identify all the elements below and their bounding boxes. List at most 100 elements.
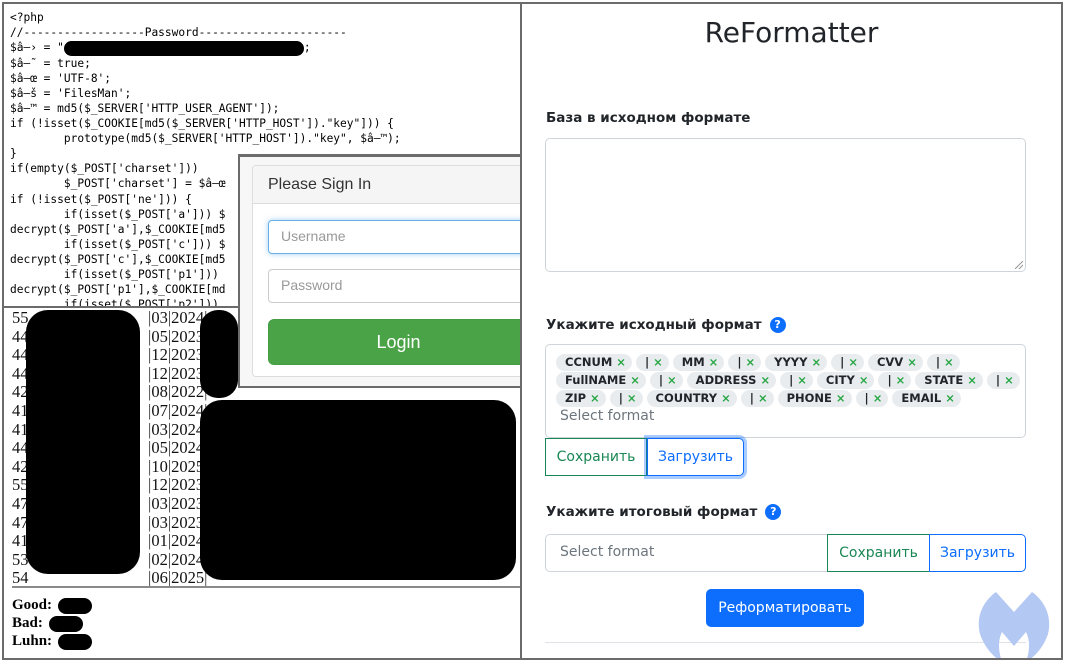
login-heading: Please Sign In	[253, 166, 543, 204]
format-tag: EMAIL ×	[892, 390, 961, 407]
source-format-search[interactable]: Select format	[556, 405, 1025, 424]
username-input[interactable]: Username	[268, 220, 529, 254]
tag-row: FullNAME × | × ADDRESS × | × CITY × | × STATE × | ×	[556, 369, 1025, 389]
exp-month: 10	[151, 456, 168, 476]
format-tag: | ×	[855, 390, 889, 407]
source-save-button[interactable]: Сохранить	[545, 438, 647, 476]
exp-month: 08	[151, 382, 168, 402]
malwarebytes-logo-icon	[978, 592, 1050, 658]
remove-tag-icon[interactable]: ×	[873, 391, 883, 405]
format-tag: | ×	[609, 390, 643, 407]
exp-month: 06	[151, 568, 168, 588]
divider	[12, 586, 520, 588]
exp-year: 2024	[171, 400, 205, 420]
exp-month: 03	[151, 308, 168, 327]
reformat-button[interactable]: Реформатировать	[706, 589, 864, 627]
redaction-block	[26, 310, 140, 574]
redaction-block	[200, 400, 516, 580]
format-tag: | ×	[740, 390, 774, 407]
remove-tag-icon[interactable]: ×	[944, 355, 954, 369]
final-format-select[interactable]: Select format	[545, 534, 828, 572]
redaction-block	[200, 310, 238, 398]
exp-month: 07	[151, 400, 168, 420]
remove-tag-icon[interactable]: ×	[721, 391, 731, 405]
source-base-textarea[interactable]	[545, 138, 1026, 272]
remove-tag-icon[interactable]: ×	[967, 373, 977, 387]
code-line: $â–š = 'FilesMan';	[10, 86, 132, 100]
exp-year: 2022	[171, 382, 205, 402]
code-line: $â–™ = md5($_SERVER['HTTP_USER_AGENT']);	[10, 101, 280, 115]
exp-month: 01	[151, 531, 168, 551]
resize-grip-icon[interactable]	[1015, 261, 1023, 269]
redaction-block	[48, 615, 83, 632]
code-line: $â–› = ";	[10, 40, 311, 56]
remove-tag-icon[interactable]: ×	[653, 355, 663, 369]
divider	[545, 642, 1026, 643]
code-line: //------------------Password------------…	[10, 26, 347, 40]
password-input[interactable]: Password	[268, 269, 529, 303]
exp-month: 03	[151, 419, 168, 439]
remove-tag-icon[interactable]: ×	[627, 391, 637, 405]
exp-month: 05	[151, 438, 168, 458]
code-line: $â–œ = 'UTF-8';	[10, 71, 112, 85]
remove-tag-icon[interactable]: ×	[896, 373, 906, 387]
exp-month: 03	[151, 493, 168, 513]
exp-month: 12	[151, 475, 168, 495]
remove-tag-icon[interactable]: ×	[590, 391, 600, 405]
code-line: if (!isset($_COOKIE[md5($_SERVER['HTTP_H…	[10, 117, 394, 131]
login-button[interactable]: Login	[268, 319, 529, 365]
final-load-button[interactable]: Загрузить	[929, 534, 1026, 572]
remove-tag-icon[interactable]: ×	[797, 373, 807, 387]
stats: Good: Bad: Luhn:	[12, 596, 92, 650]
source-base-label: База в исходном формате	[546, 110, 751, 126]
source-format-select[interactable]: CCNUM × | × MM × | × YYYY × | × CVV × | × FullNAME × | × ADD…	[545, 344, 1026, 438]
source-load-button[interactable]: Загрузить	[647, 438, 744, 476]
remove-tag-icon[interactable]: ×	[746, 355, 756, 369]
stat-luhn: Luhn:	[12, 632, 92, 650]
format-tag: | ×	[986, 372, 1020, 389]
format-tag: PHONE ×	[777, 390, 852, 407]
remove-tag-icon[interactable]: ×	[859, 373, 869, 387]
login-dialog: Please Sign In Username Password Login	[238, 154, 555, 388]
code-line: $â–˜ = true;	[10, 56, 91, 70]
stat-bad: Bad:	[12, 614, 92, 632]
remove-tag-icon[interactable]: ×	[667, 373, 677, 387]
remove-tag-icon[interactable]: ×	[616, 355, 626, 369]
remove-tag-icon[interactable]: ×	[907, 355, 917, 369]
final-save-button[interactable]: Сохранить	[827, 534, 930, 572]
tag-row: CCNUM × | × MM × | × YYYY × | × CVV × | ×	[556, 351, 1025, 371]
remove-tag-icon[interactable]: ×	[758, 391, 768, 405]
help-icon[interactable]: ?	[765, 504, 782, 520]
exp-month: 12	[151, 345, 168, 365]
source-format-tags: CCNUM × | × MM × | × YYYY × | × CVV × | × FullNAME × | × ADD…	[556, 351, 1025, 407]
remove-tag-icon[interactable]: ×	[811, 355, 821, 369]
remove-tag-icon[interactable]: ×	[1004, 373, 1014, 387]
exp-month: 05	[151, 326, 168, 346]
help-icon[interactable]: ?	[769, 317, 786, 333]
redaction-block	[57, 597, 92, 614]
page-title: ReFormatter	[704, 16, 879, 49]
login-panel: Please Sign In Username Password Login	[252, 165, 544, 377]
exp-month: 03	[151, 512, 168, 532]
format-tag: COUNTRY ×	[646, 390, 737, 407]
remove-tag-icon[interactable]: ×	[945, 391, 955, 405]
stat-good: Good:	[12, 596, 92, 614]
remove-tag-icon[interactable]: ×	[709, 355, 719, 369]
exp-month: 02	[151, 549, 168, 569]
exp-year: 2025	[171, 568, 205, 588]
remove-tag-icon[interactable]: ×	[848, 355, 858, 369]
source-format-label: Укажите исходный формат?	[546, 317, 786, 333]
exp-year: 2024	[171, 308, 205, 327]
redaction-block	[57, 633, 92, 650]
remove-tag-icon[interactable]: ×	[836, 391, 846, 405]
format-tag: ZIP ×	[556, 390, 606, 407]
reformatter-panel: ReFormatter База в исходном формате Укаж…	[520, 2, 1063, 660]
final-format-label: Укажите итоговый формат?	[546, 504, 782, 520]
remove-tag-icon[interactable]: ×	[630, 373, 640, 387]
code-line: <?php	[10, 11, 44, 24]
redaction-block	[63, 40, 304, 56]
code-line: prototype(md5($_SERVER['HTTP_HOST'])."ke…	[10, 132, 401, 146]
exp-month: 12	[151, 363, 168, 383]
tag-row: ZIP × | × COUNTRY × | × PHONE × | × EMAIL ×	[556, 387, 1025, 407]
remove-tag-icon[interactable]: ×	[760, 373, 770, 387]
